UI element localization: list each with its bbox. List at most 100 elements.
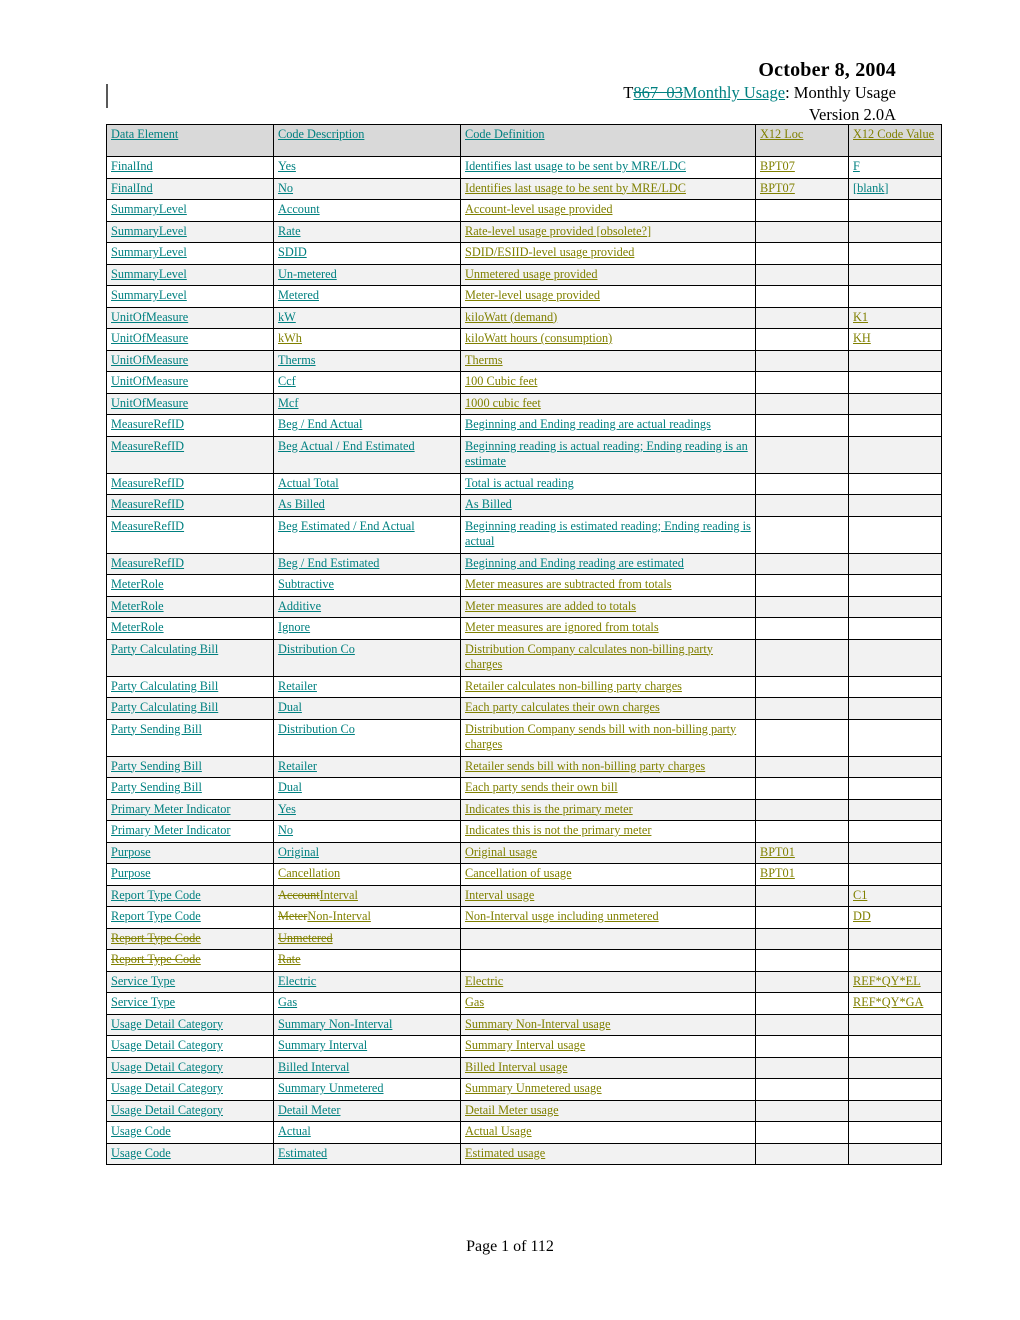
cell-x12-code-value <box>848 392 942 415</box>
cell-x12-loc <box>755 1078 849 1101</box>
cell-x12-code-value <box>848 414 942 437</box>
cell-x12-loc: BPT01 <box>755 841 849 864</box>
cell-text: Therms <box>278 352 316 367</box>
deleted-text: Report Type Code <box>111 930 201 945</box>
cell-text: SummaryLevel <box>111 288 187 302</box>
cell-text: Therms <box>465 352 503 367</box>
cell-text: Gas <box>465 995 485 1009</box>
cell-text: Detail Meter usage <box>465 1102 559 1117</box>
cell-text: Actual Usage <box>465 1124 532 1138</box>
cell-data-element: MeasureRefID <box>106 494 274 517</box>
cell-x12-code-value: [blank] <box>848 177 942 200</box>
cell-data-element: MeterRole <box>106 574 274 597</box>
cell-text: Actual <box>278 1124 311 1138</box>
cell-text: Billed Interval <box>278 1059 350 1074</box>
cell-data-element: MeasureRefID <box>106 515 274 554</box>
cell-text: Meter-level usage provided <box>465 288 600 302</box>
cell-x12-code-value <box>848 755 942 778</box>
cell-x12-loc <box>755 552 849 575</box>
page-footer: Page 1 of 112 <box>0 1238 1020 1256</box>
cell-text: Beginning and Ending reading are actual … <box>465 417 711 431</box>
cell-code-description: Beg / End Estimated <box>273 552 461 575</box>
cell-code-description: Detail Meter <box>273 1099 461 1122</box>
cell-data-element: FinalInd <box>106 156 274 179</box>
table-row: UnitOfMeasure Ccf 100 Cubic feet <box>106 371 942 394</box>
cell-x12-code-value <box>848 820 942 843</box>
cell-x12-loc <box>755 820 849 843</box>
deleted-text: Unmetered <box>278 930 333 945</box>
cell-code-description: kWh <box>273 328 461 351</box>
cell-text: Detail Meter <box>278 1102 341 1117</box>
cell-data-element: Usage Detail Category <box>106 1078 274 1101</box>
cell-text: FinalInd <box>111 159 153 173</box>
cell-text: Total is actual reading <box>465 475 574 490</box>
cell-x12-loc <box>755 697 849 720</box>
table-row: UnitOfMeasure kWh kiloWatt hours (consumpt… <box>106 328 942 351</box>
cell-text: Actual Total <box>278 475 339 490</box>
cell-code-description: Estimated <box>273 1142 461 1165</box>
cell-text: Retailer <box>278 758 317 773</box>
cell-data-element: SummaryLevel <box>106 285 274 308</box>
cell-text: UnitOfMeasure <box>111 309 189 324</box>
cell-x12-code-value <box>848 1056 942 1079</box>
cell-data-element: Party Calculating Bill <box>106 638 274 677</box>
cell-data-element: Purpose <box>106 841 274 864</box>
cell-text: Estimated usage <box>465 1145 546 1160</box>
cell-code-description: Retailer <box>273 755 461 778</box>
cell-text: Interval usage <box>465 887 535 902</box>
subtitle-inserted-text: Monthly Usage <box>682 83 786 102</box>
table-row: Report Type Code Rate <box>106 949 942 972</box>
cell-text: Interval <box>319 887 358 902</box>
cell-x12-loc <box>755 798 849 821</box>
table-row: UnitOfMeasure Therms Therms <box>106 349 942 372</box>
cell-text: MeasureRefID <box>111 555 185 570</box>
cell-x12-code-value <box>848 220 942 243</box>
table-row: Report Type Code MeterNon-Interval Non-Int… <box>106 906 942 929</box>
cell-x12-code-value <box>848 863 942 886</box>
table-row: UnitOfMeasure kW kiloWatt (demand) K1 <box>106 306 942 329</box>
cell-text: K1 <box>853 309 869 324</box>
cell-code-definition: Meter measures are subtracted from total… <box>460 574 756 597</box>
cell-text: Party Calculating Bill <box>111 678 219 693</box>
table-row: Purpose Cancellation Cancellation of usage… <box>106 863 942 886</box>
cell-x12-loc <box>755 595 849 618</box>
cell-text: 100 Cubic feet <box>465 374 538 388</box>
cell-text: Distribution Company sends bill with non… <box>465 721 737 752</box>
cell-text: Each party sends their own bill <box>465 780 618 794</box>
code-values-table-container: Data Element Code Description Code Defin… <box>106 124 942 1165</box>
cell-code-description: Gas <box>273 992 461 1015</box>
cell-code-description: Summary Unmetered <box>273 1078 461 1101</box>
cell-text: Original <box>278 844 319 859</box>
cell-text: Summary Non-Interval <box>278 1016 393 1031</box>
cell-code-definition: Therms <box>460 349 756 372</box>
subtitle-prefix: T <box>623 83 634 102</box>
cell-text: Report Type Code <box>111 887 201 902</box>
cell-text: Non-Interval <box>307 909 371 923</box>
cell-text: Meter measures are ignored from totals <box>465 620 659 634</box>
code-values-table: Data Element Code Description Code Defin… <box>106 124 942 1165</box>
cell-x12-code-value <box>848 494 942 517</box>
cell-code-definition: 100 Cubic feet <box>460 371 756 394</box>
cell-code-description: Yes <box>273 156 461 179</box>
cell-code-description: Electric <box>273 970 461 993</box>
cell-text: Subtractive <box>278 577 335 591</box>
cell-code-description: Subtractive <box>273 574 461 597</box>
cell-text: Rate <box>278 223 301 238</box>
cell-text: Beginning reading is actual reading; End… <box>465 438 748 469</box>
cell-code-definition: Summary Unmetered usage <box>460 1078 756 1101</box>
cell-text: Primary Meter Indicator <box>111 823 231 837</box>
column-header-label: Data Element <box>111 127 179 141</box>
table-row: Usage Detail Category Summary Unmetered Su… <box>106 1078 942 1101</box>
cell-text: MeasureRefID <box>111 475 185 490</box>
cell-code-definition: Actual Usage <box>460 1121 756 1144</box>
table-row: Party Sending Bill Dual Each party sends t… <box>106 777 942 800</box>
table-row: Party Calculating Bill Dual Each party cal… <box>106 697 942 720</box>
cell-data-element: Party Sending Bill <box>106 718 274 757</box>
cell-x12-code-value: REF*QY*GA <box>848 992 942 1015</box>
cell-text: Party Sending Bill <box>111 780 202 794</box>
cell-code-definition: Cancellation of usage <box>460 863 756 886</box>
cell-data-element: Usage Code <box>106 1142 274 1165</box>
cell-text: BPT01 <box>760 866 795 880</box>
cell-text: Party Sending Bill <box>111 721 202 736</box>
cell-code-definition: Meter measures are added to totals <box>460 595 756 618</box>
